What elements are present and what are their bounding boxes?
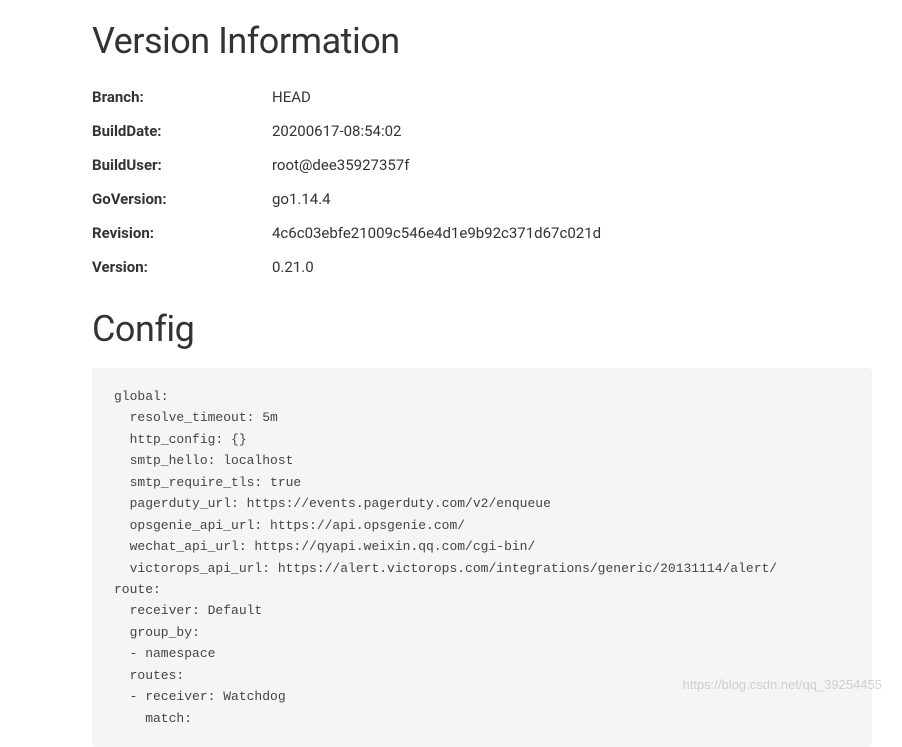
table-row: GoVersion: go1.14.4 <box>92 182 601 216</box>
version-label: Version: <box>92 250 272 284</box>
version-info-table: Branch: HEAD BuildDate: 20200617-08:54:0… <box>92 80 601 284</box>
table-row: Branch: HEAD <box>92 80 601 114</box>
table-row: BuildDate: 20200617-08:54:02 <box>92 114 601 148</box>
revision-value: 4c6c03ebfe21009c546e4d1e9b92c371d67c021d <box>272 216 601 250</box>
branch-value: HEAD <box>272 80 601 114</box>
config-code-block: global: resolve_timeout: 5m http_config:… <box>92 368 872 747</box>
revision-label: Revision: <box>92 216 272 250</box>
version-information-heading: Version Information <box>92 20 902 62</box>
branch-label: Branch: <box>92 80 272 114</box>
goversion-value: go1.14.4 <box>272 182 601 216</box>
goversion-label: GoVersion: <box>92 182 272 216</box>
config-heading: Config <box>92 308 902 350</box>
table-row: Version: 0.21.0 <box>92 250 601 284</box>
builduser-value: root@dee35927357f <box>272 148 601 182</box>
version-value: 0.21.0 <box>272 250 601 284</box>
table-row: BuildUser: root@dee35927357f <box>92 148 601 182</box>
builddate-label: BuildDate: <box>92 114 272 148</box>
builddate-value: 20200617-08:54:02 <box>272 114 601 148</box>
builduser-label: BuildUser: <box>92 148 272 182</box>
table-row: Revision: 4c6c03ebfe21009c546e4d1e9b92c3… <box>92 216 601 250</box>
